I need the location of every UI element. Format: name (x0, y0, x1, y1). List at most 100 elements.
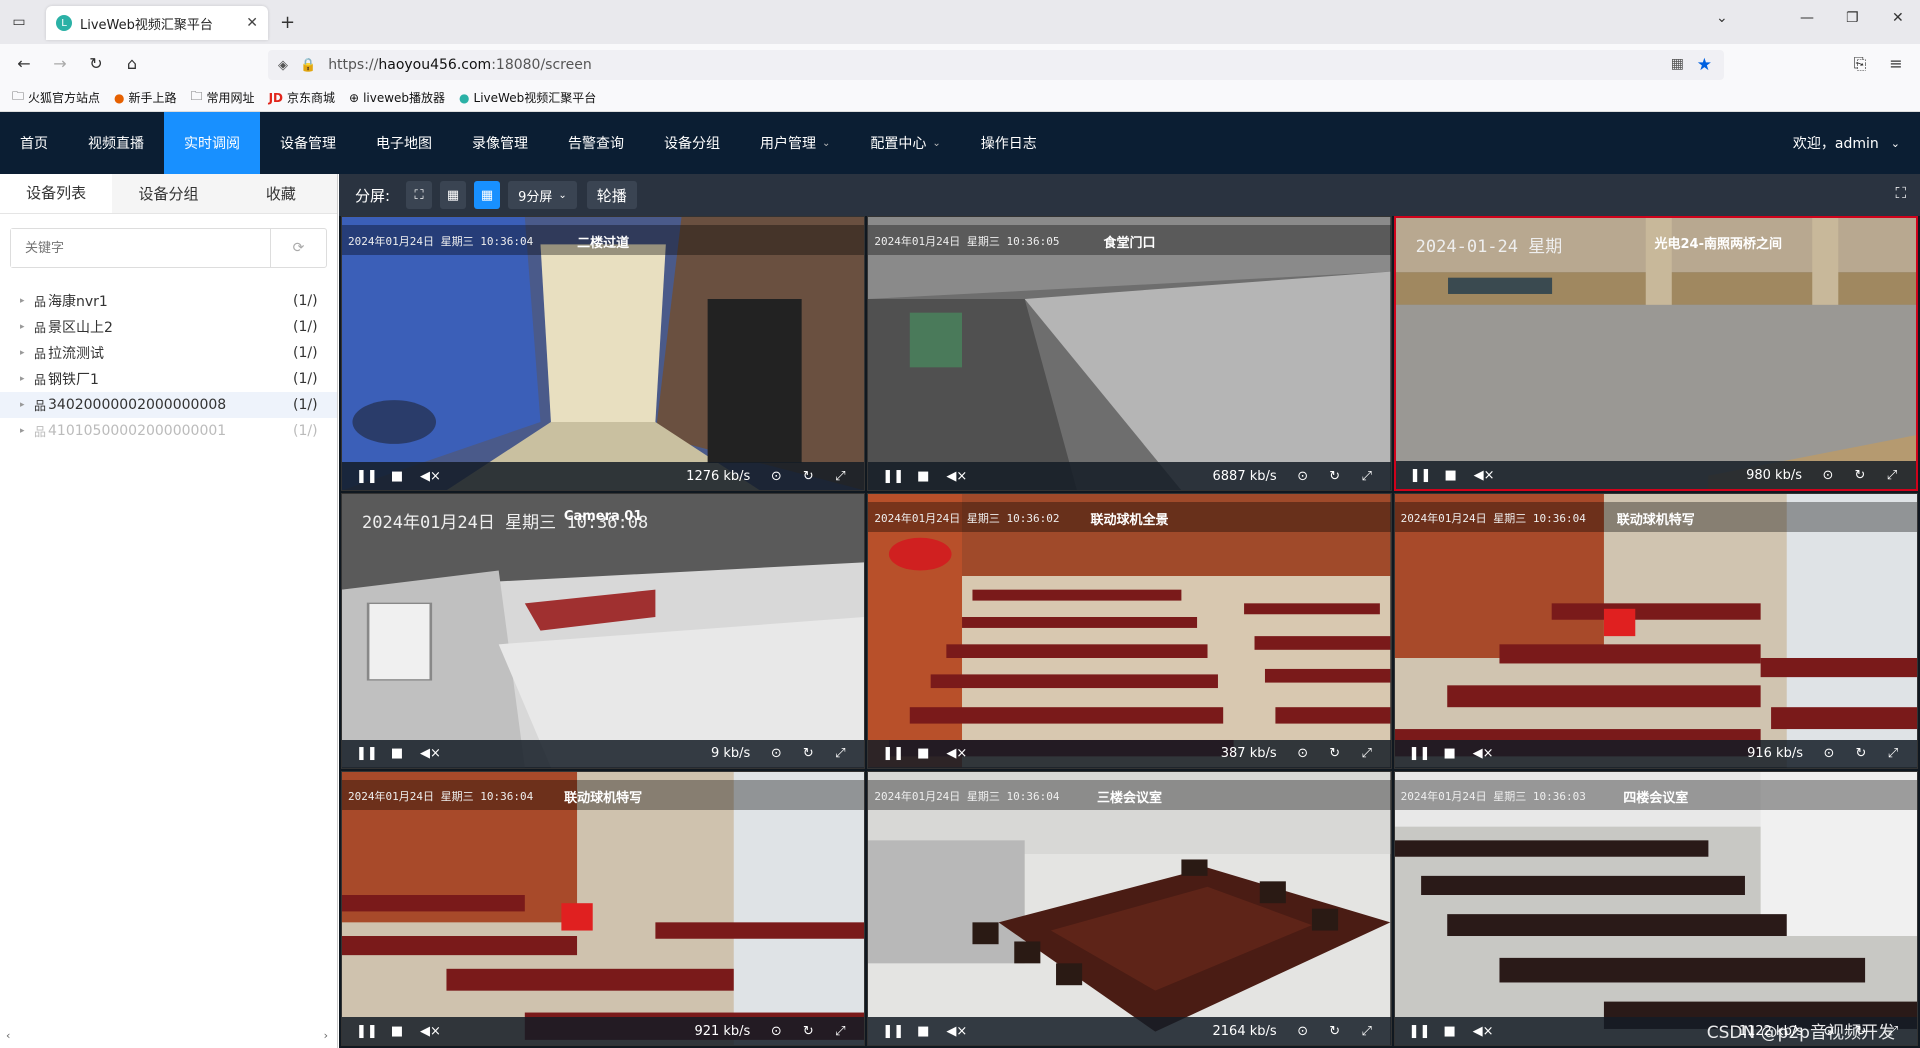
pause-icon[interactable]: ❚❚ (882, 469, 904, 484)
snapshot-icon[interactable]: ⊙ (768, 746, 784, 761)
nav-oplog[interactable]: 操作日志 (961, 112, 1057, 174)
mute-icon[interactable]: ◀× (420, 746, 441, 761)
snapshot-icon[interactable]: ⊙ (768, 469, 784, 484)
bookmark-item[interactable]: ● LiveWeb视频汇聚平台 (459, 89, 596, 106)
bookmark-item[interactable]: 🗀 常用网址 (191, 87, 255, 108)
video-cell[interactable]: 2024年01月24日 星期三 10:36:04 联动球机特写 ❚❚ ■ ◀× 916… (1393, 493, 1918, 769)
expand-icon[interactable]: ⤢ (1359, 746, 1375, 761)
snapshot-icon[interactable]: ⊙ (1295, 469, 1311, 484)
split-select[interactable]: 9分屏 ⌄ (508, 181, 577, 209)
expand-icon[interactable]: ⤢ (832, 746, 848, 761)
tree-node[interactable]: ▸ 品景区山上2 (1/) (0, 314, 337, 340)
snapshot-icon[interactable]: ⊙ (1295, 1024, 1311, 1039)
stop-icon[interactable]: ■ (388, 746, 406, 761)
video-cell[interactable]: 2024年01月24日 星期三 10:36:03 四楼会议室 ❚❚ ■ ◀× 1122… (1393, 770, 1918, 1046)
video-cell[interactable]: 2024年01月24日 星期三 10:36:08 Camera 01 ❚❚ ■ ◀×… (341, 493, 866, 769)
snapshot-icon[interactable]: ⊙ (768, 1024, 784, 1039)
snapshot-icon[interactable]: ⊙ (1820, 468, 1836, 483)
caret-right-icon[interactable]: ▸ (20, 426, 34, 436)
home-icon[interactable]: ⌂ (120, 54, 144, 73)
new-tab-icon[interactable]: + (280, 12, 295, 33)
pause-icon[interactable]: ❚❚ (1409, 1024, 1431, 1039)
pause-icon[interactable]: ❚❚ (356, 469, 378, 484)
caret-right-icon[interactable]: ▸ (20, 374, 34, 384)
nav-config[interactable]: 配置中心 ⌄ (850, 112, 960, 174)
reload-stream-icon[interactable]: ↻ (800, 1024, 816, 1039)
fullscreen-icon[interactable]: ⛶ (1895, 184, 1906, 202)
scroll-left-icon[interactable]: ‹ (6, 1029, 10, 1042)
mute-icon[interactable]: ◀× (420, 1024, 441, 1039)
reload-stream-icon[interactable]: ↻ (800, 746, 816, 761)
reload-stream-icon[interactable]: ↻ (1852, 468, 1868, 483)
video-cell-selected[interactable]: 2024-01-24 星期 光电24-南照两桥之间 ❚❚ ■ ◀× 980 kb/s… (1393, 216, 1918, 492)
nav-alarm[interactable]: 告警查询 (548, 112, 644, 174)
expand-icon[interactable]: ⤢ (1359, 1024, 1375, 1039)
mute-icon[interactable]: ◀× (1473, 1024, 1494, 1039)
expand-icon[interactable]: ⤢ (1359, 469, 1375, 484)
close-tab-icon[interactable]: ✕ (246, 15, 258, 31)
nav-device-group[interactable]: 设备分组 (644, 112, 740, 174)
stop-icon[interactable]: ■ (1441, 1024, 1459, 1039)
reload-stream-icon[interactable]: ↻ (1327, 469, 1343, 484)
video-cell[interactable]: 2024年01月24日 星期三 10:36:05 食堂门口 ❚❚ ■ ◀× 6887 … (867, 216, 1392, 492)
mute-icon[interactable]: ◀× (946, 1024, 967, 1039)
pause-icon[interactable]: ❚❚ (1409, 746, 1431, 761)
mute-icon[interactable]: ◀× (946, 746, 967, 761)
bookmark-item[interactable]: ● 新手上路 (114, 89, 177, 106)
bookmark-item[interactable]: JD 京东商城 (269, 89, 335, 106)
lock-icon[interactable]: 🔒 (300, 58, 316, 73)
carousel-button[interactable]: 轮播 (586, 181, 637, 209)
video-cell[interactable]: 2024年01月24日 星期三 10:36:04 联动球机特写 ❚❚ ■ ◀× 921… (341, 770, 866, 1046)
split-1-icon[interactable]: ⛶ (406, 181, 433, 209)
split-4-icon[interactable]: ▦ (440, 181, 467, 209)
menu-icon[interactable]: ≡ (1884, 54, 1908, 73)
stop-icon[interactable]: ■ (1441, 746, 1459, 761)
stop-icon[interactable]: ■ (388, 1024, 406, 1039)
video-cell[interactable]: 2024年01月24日 星期三 10:36:04 三楼会议室 ❚❚ ■ ◀× 2164… (867, 770, 1392, 1046)
nav-realtime[interactable]: 实时调阅 (164, 112, 260, 174)
tab-overflow-icon[interactable]: ⌄ (1716, 10, 1728, 26)
stop-icon[interactable]: ■ (914, 746, 932, 761)
caret-right-icon[interactable]: ▸ (20, 348, 34, 358)
tree-node[interactable]: ▸ 品 34020000002000000008 (1/) (0, 392, 337, 418)
restore-icon[interactable]: ❐ (1846, 10, 1859, 26)
browser-tab[interactable]: L LiveWeb视频汇聚平台 ✕ (46, 6, 268, 40)
pause-icon[interactable]: ❚❚ (356, 1024, 378, 1039)
close-window-icon[interactable]: ✕ (1892, 10, 1904, 26)
tab-list-icon[interactable]: ▭ (8, 12, 30, 32)
expand-icon[interactable]: ⤢ (832, 1024, 848, 1039)
qr-code-icon[interactable]: ▦ (1671, 56, 1684, 72)
caret-right-icon[interactable]: ▸ (20, 322, 34, 332)
reload-icon[interactable]: ↻ (84, 54, 108, 73)
stop-icon[interactable]: ■ (1442, 468, 1460, 483)
stop-icon[interactable]: ■ (388, 469, 406, 484)
nav-map[interactable]: 电子地图 (356, 112, 452, 174)
refresh-icon[interactable]: ⟳ (270, 229, 326, 267)
mute-icon[interactable]: ◀× (420, 469, 441, 484)
pause-icon[interactable]: ❚❚ (882, 746, 904, 761)
tree-node[interactable]: ▸ 品 41010500002000000001 (1/) (0, 418, 337, 444)
expand-icon[interactable]: ⤢ (1884, 468, 1900, 483)
pause-icon[interactable]: ❚❚ (1410, 468, 1432, 483)
scroll-right-icon[interactable]: › (324, 1029, 328, 1042)
tree-node[interactable]: ▸ 品海康nvr1 (1/) (0, 288, 337, 314)
nav-device-mgmt[interactable]: 设备管理 (260, 112, 356, 174)
back-icon[interactable]: ← (12, 54, 36, 73)
bookmark-item[interactable]: 🗀 火狐官方站点 (12, 87, 100, 108)
nav-user-mgmt[interactable]: 用户管理 ⌄ (740, 112, 850, 174)
nav-live[interactable]: 视频直播 (68, 112, 164, 174)
tab-favorites[interactable]: 收藏 (224, 174, 337, 213)
pause-icon[interactable]: ❚❚ (356, 746, 378, 761)
stop-icon[interactable]: ■ (914, 469, 932, 484)
user-menu[interactable]: 欢迎，admin ⌄ (1793, 112, 1900, 174)
expand-icon[interactable]: ⤢ (832, 469, 848, 484)
reload-stream-icon[interactable]: ↻ (800, 469, 816, 484)
extensions-icon[interactable]: ⎘ (1848, 54, 1872, 74)
split-9-icon[interactable]: ▦ (474, 181, 501, 209)
nav-record-mgmt[interactable]: 录像管理 (452, 112, 548, 174)
minimize-icon[interactable]: — (1800, 10, 1814, 26)
stop-icon[interactable]: ■ (914, 1024, 932, 1039)
forward-icon[interactable]: → (48, 54, 72, 73)
snapshot-icon[interactable]: ⊙ (1295, 746, 1311, 761)
expand-icon[interactable]: ⤢ (1885, 746, 1901, 761)
